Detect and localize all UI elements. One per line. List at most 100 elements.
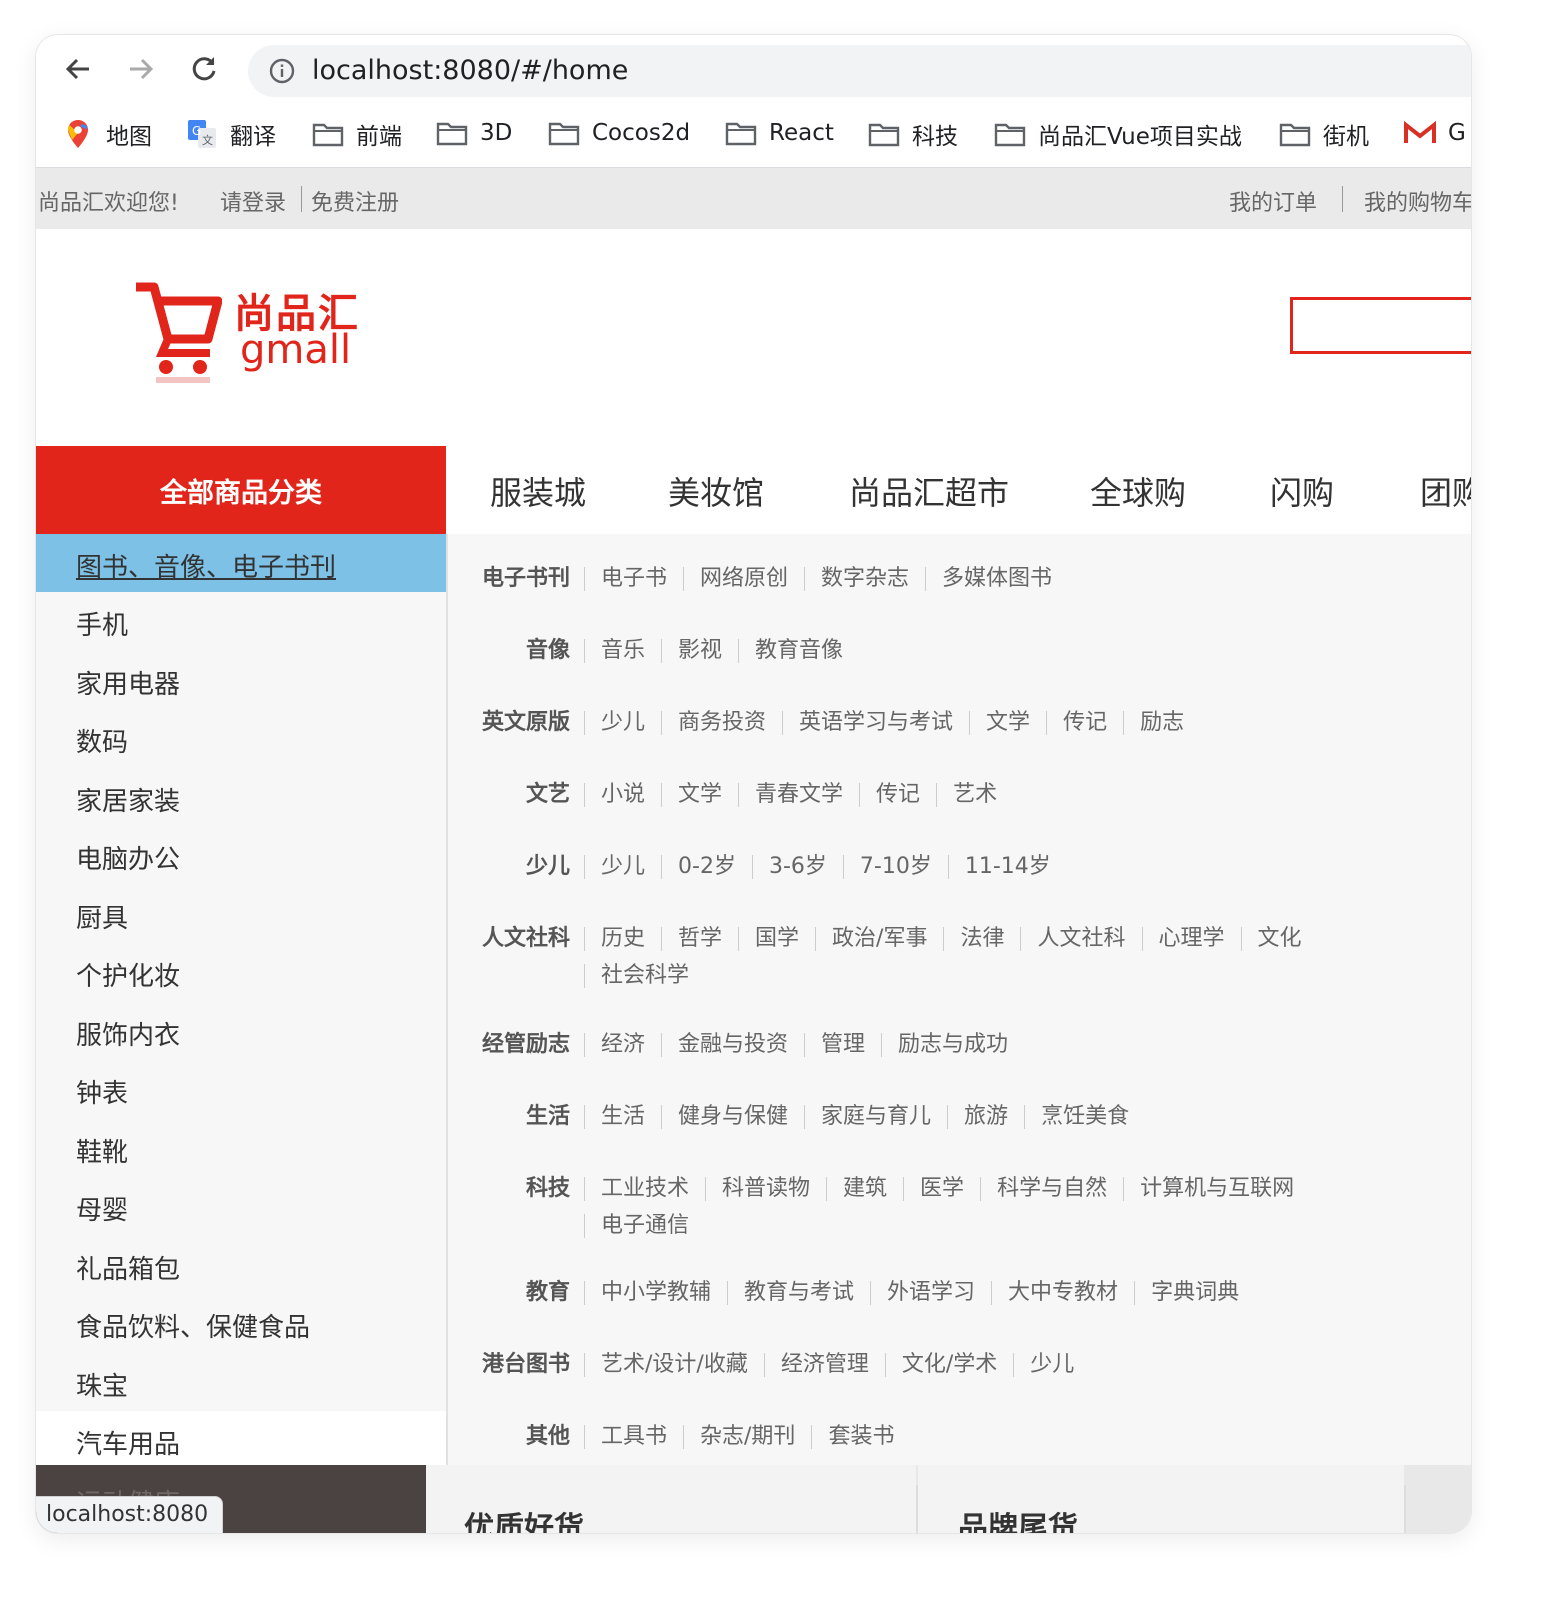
submenu-link[interactable]: 杂志/期刊: [683, 1425, 811, 1449]
forward-button[interactable]: [121, 49, 161, 89]
bookmark-gmail[interactable]: G: [1404, 117, 1466, 149]
submenu-row-title[interactable]: 音像: [526, 632, 570, 664]
submenu-link[interactable]: 政治/军事: [815, 927, 943, 951]
submenu-link[interactable]: 大中专教材: [991, 1281, 1134, 1305]
submenu-link[interactable]: 小说: [584, 783, 661, 807]
submenu-link[interactable]: 套装书: [811, 1425, 910, 1449]
submenu-link[interactable]: 金融与投资: [661, 1033, 804, 1057]
submenu-link[interactable]: 工具书: [584, 1425, 683, 1449]
submenu-link[interactable]: 少儿: [584, 711, 661, 735]
submenu-link[interactable]: 健身与保健: [661, 1105, 804, 1129]
submenu-link[interactable]: 人文社科: [1020, 927, 1141, 951]
bookmark-folder[interactable]: 尚品汇Vue项目实战: [994, 117, 1242, 151]
submenu-link[interactable]: 生活: [584, 1105, 661, 1129]
submenu-row-title[interactable]: 教育: [526, 1274, 570, 1306]
submenu-row-title[interactable]: 港台图书: [482, 1346, 570, 1378]
category-item[interactable]: 钟表: [36, 1060, 446, 1118]
submenu-row-title[interactable]: 少儿: [526, 848, 570, 880]
login-link[interactable]: 请登录: [220, 185, 286, 217]
nav-link[interactable]: 美妆馆: [668, 468, 764, 514]
submenu-link[interactable]: 经济: [584, 1033, 661, 1057]
bookmark-folder[interactable]: 街机: [1279, 117, 1369, 151]
submenu-link[interactable]: 3-6岁: [751, 855, 843, 879]
address-bar[interactable]: localhost:8080/#/home: [248, 45, 1471, 97]
submenu-link[interactable]: 励志: [1123, 711, 1200, 735]
submenu-link[interactable]: 商务投资: [661, 711, 782, 735]
category-item[interactable]: 食品饮料、保健食品: [36, 1294, 446, 1352]
bookmark-folder[interactable]: 科技: [868, 117, 958, 151]
category-item[interactable]: 礼品箱包: [36, 1236, 446, 1294]
category-item[interactable]: 母婴: [36, 1177, 446, 1235]
submenu-row-title[interactable]: 文艺: [526, 776, 570, 808]
submenu-link[interactable]: 少儿: [1013, 1353, 1090, 1377]
submenu-link[interactable]: 传记: [859, 783, 936, 807]
submenu-link[interactable]: 青春文学: [738, 783, 859, 807]
submenu-link[interactable]: 国学: [738, 927, 815, 951]
submenu-link[interactable]: 励志与成功: [881, 1033, 1024, 1057]
submenu-link[interactable]: 科学与自然: [980, 1177, 1123, 1201]
submenu-link[interactable]: 医学: [903, 1177, 980, 1201]
category-item[interactable]: 汽车用品: [36, 1411, 446, 1469]
submenu-link[interactable]: 音乐: [584, 639, 661, 663]
submenu-link[interactable]: 科普读物: [705, 1177, 826, 1201]
back-button[interactable]: [58, 49, 98, 89]
submenu-link[interactable]: 传记: [1046, 711, 1123, 735]
submenu-link[interactable]: 电子书: [584, 567, 683, 591]
category-item[interactable]: 个护化妆: [36, 943, 446, 1001]
bookmark-folder[interactable]: React: [725, 117, 834, 149]
category-item[interactable]: 家用电器: [36, 651, 446, 709]
register-link[interactable]: 免费注册: [311, 185, 399, 217]
submenu-link[interactable]: 文化: [1240, 927, 1318, 951]
submenu-link[interactable]: 教育与考试: [727, 1281, 870, 1305]
submenu-link[interactable]: 哲学: [661, 927, 738, 951]
submenu-link[interactable]: 7-10岁: [842, 855, 948, 879]
submenu-row-title[interactable]: 人文社科: [482, 920, 570, 952]
submenu-link[interactable]: 少儿: [584, 855, 661, 879]
submenu-link[interactable]: 心理学: [1141, 927, 1241, 951]
category-item[interactable]: 服饰内衣: [36, 1002, 446, 1060]
submenu-link[interactable]: 历史: [584, 927, 661, 951]
submenu-row-title[interactable]: 电子书刊: [482, 560, 570, 592]
submenu-link[interactable]: 旅游: [947, 1105, 1024, 1129]
bookmark-folder[interactable]: Cocos2d: [548, 117, 690, 149]
submenu-link[interactable]: 外语学习: [870, 1281, 991, 1305]
submenu-link[interactable]: 多媒体图书: [925, 567, 1068, 591]
submenu-link[interactable]: 文化/学术: [884, 1353, 1013, 1377]
submenu-link[interactable]: 英语学习与考试: [782, 711, 969, 735]
category-item[interactable]: 鞋靴: [36, 1119, 446, 1177]
nav-link[interactable]: 团购: [1420, 468, 1471, 514]
search-input[interactable]: [1290, 297, 1471, 354]
submenu-link[interactable]: 0-2岁: [661, 855, 752, 879]
submenu-row-title[interactable]: 其他: [526, 1418, 570, 1450]
submenu-link[interactable]: 数字杂志: [804, 567, 925, 591]
all-categories-button[interactable]: 全部商品分类: [36, 446, 446, 534]
bookmark-folder[interactable]: 3D: [436, 117, 512, 149]
submenu-link[interactable]: 工业技术: [584, 1177, 705, 1201]
info-icon[interactable]: [268, 57, 296, 85]
nav-link[interactable]: 尚品汇超市: [849, 468, 1009, 514]
submenu-link[interactable]: 艺术: [936, 783, 1013, 807]
category-item[interactable]: 电脑办公: [36, 826, 446, 884]
bookmark-translate[interactable]: G文 翻译: [186, 117, 276, 151]
submenu-row-title[interactable]: 英文原版: [482, 704, 570, 736]
category-item[interactable]: 数码: [36, 709, 446, 767]
submenu-link[interactable]: 中小学教辅: [584, 1281, 727, 1305]
category-item[interactable]: 珠宝: [36, 1353, 446, 1411]
submenu-link[interactable]: 经济管理: [763, 1353, 885, 1377]
category-item[interactable]: 手机: [36, 592, 446, 650]
submenu-row-title[interactable]: 科技: [526, 1170, 570, 1202]
reload-button[interactable]: [184, 49, 224, 89]
site-logo[interactable]: 尚品汇 gmall: [132, 279, 362, 389]
my-orders-link[interactable]: 我的订单: [1229, 185, 1317, 217]
nav-link[interactable]: 闪购: [1270, 468, 1334, 514]
bookmark-folder[interactable]: 前端: [312, 117, 402, 151]
submenu-link[interactable]: 影视: [661, 639, 738, 663]
submenu-link[interactable]: 艺术/设计/收藏: [584, 1353, 764, 1377]
submenu-link[interactable]: 文学: [661, 783, 738, 807]
submenu-link[interactable]: 字典词典: [1134, 1281, 1255, 1305]
submenu-link[interactable]: 电子通信: [584, 1214, 705, 1238]
submenu-link[interactable]: 建筑: [826, 1177, 903, 1201]
submenu-link[interactable]: 文学: [969, 711, 1046, 735]
submenu-link[interactable]: 网络原创: [683, 567, 804, 591]
submenu-row-title[interactable]: 生活: [526, 1098, 570, 1130]
